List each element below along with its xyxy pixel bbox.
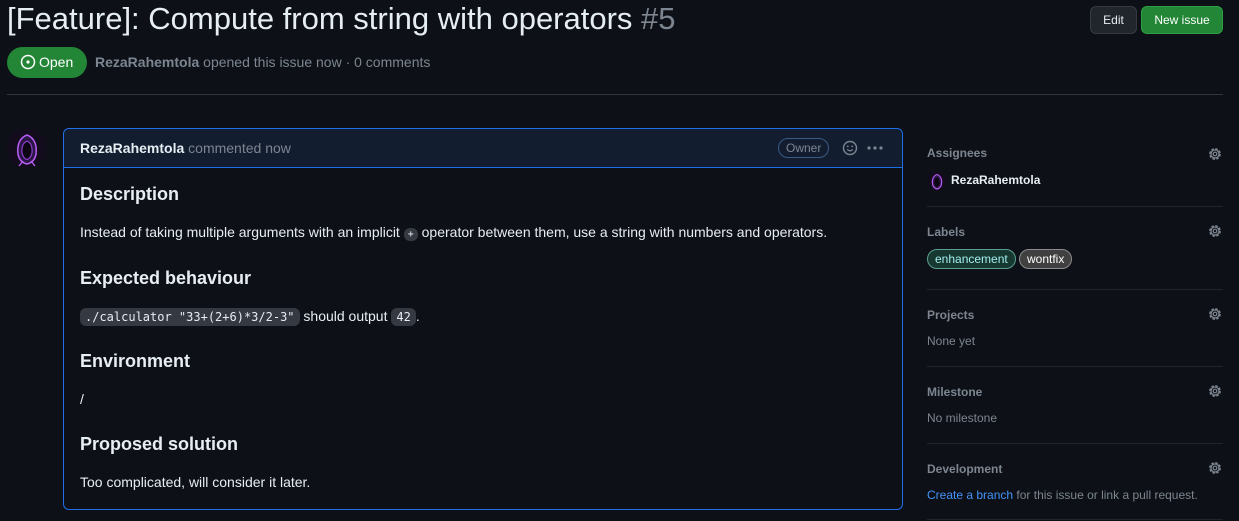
- issue-meta-text: opened this issue now · 0 comments: [203, 54, 431, 70]
- inline-code-plus: +: [403, 228, 418, 241]
- hooded-figure-avatar-icon: [927, 171, 947, 191]
- development-text: Create a branch for this issue or link a…: [927, 487, 1198, 503]
- expected-text: should output: [303, 308, 388, 324]
- owner-badge: Owner: [778, 138, 830, 158]
- issue-comment: RezaRahemtola commented now Owner Descri…: [63, 128, 903, 510]
- assignees-gear-icon[interactable]: [1207, 146, 1223, 162]
- expected-period: .: [415, 308, 420, 324]
- sidebar-separator: [927, 289, 1223, 290]
- paragraph-environment: /: [80, 391, 84, 407]
- development-rest-text: for this issue or link a pull request.: [1016, 488, 1198, 502]
- issue-state-label: Open: [39, 54, 74, 70]
- comment-timestamp[interactable]: commented now: [188, 140, 291, 156]
- issue-title-text: [Feature]: Compute from string with oper…: [7, 1, 633, 36]
- issue-meta: RezaRahemtola opened this issue now · 0 …: [95, 53, 430, 71]
- edit-button[interactable]: Edit: [1090, 6, 1137, 34]
- comment-options-kebab-icon[interactable]: [866, 140, 884, 156]
- add-reaction-smiley-icon[interactable]: [842, 140, 858, 156]
- issue-state-badge: Open: [7, 47, 87, 78]
- development-heading[interactable]: Development: [927, 461, 1002, 477]
- comment-author-link[interactable]: RezaRahemtola: [80, 140, 184, 156]
- paragraph-solution: Too complicated, will consider it later.: [80, 474, 311, 490]
- issue-title: [Feature]: Compute from string with oper…: [7, 0, 676, 38]
- inline-code-command: ./calculator "33+(2+6)*3/2-3": [80, 308, 300, 326]
- description-text-part-1: Instead of taking multiple arguments wit…: [80, 224, 400, 240]
- sidebar-separator: [927, 366, 1223, 367]
- milestone-gear-icon[interactable]: [1207, 383, 1223, 399]
- projects-value: None yet: [927, 334, 976, 348]
- label-enhancement[interactable]: enhancement: [927, 249, 1016, 269]
- heading-expected-behaviour: Expected behaviour: [80, 268, 252, 288]
- sidebar-separator: [927, 206, 1223, 207]
- hooded-figure-avatar-icon: [7, 128, 47, 168]
- header-divider: [7, 94, 1223, 95]
- assignees-heading[interactable]: Assignees: [927, 145, 987, 161]
- labels-heading[interactable]: Labels: [927, 224, 965, 240]
- paragraph-expected: ./calculator "33+(2+6)*3/2-3" should out…: [80, 306, 420, 327]
- avatar[interactable]: [7, 128, 47, 168]
- label-wontfix[interactable]: wontfix: [1019, 249, 1073, 269]
- development-gear-icon[interactable]: [1207, 460, 1223, 476]
- comment-byline: RezaRahemtola commented now: [80, 139, 291, 157]
- assignee-name[interactable]: RezaRahemtola: [951, 173, 1040, 187]
- paragraph-description: Instead of taking multiple arguments wit…: [80, 222, 827, 245]
- issue-author-link[interactable]: RezaRahemtola: [95, 54, 199, 70]
- projects-heading[interactable]: Projects: [927, 307, 974, 323]
- description-text-part-2: operator between them, use a string with…: [421, 224, 828, 240]
- issue-open-icon: [20, 54, 36, 70]
- issue-number: #5: [641, 1, 676, 36]
- milestone-value: No milestone: [927, 411, 998, 425]
- heading-proposed-solution: Proposed solution: [80, 434, 239, 454]
- milestone-heading[interactable]: Milestone: [927, 384, 982, 400]
- heading-environment: Environment: [80, 351, 191, 371]
- create-branch-link[interactable]: Create a branch: [927, 488, 1013, 502]
- labels-gear-icon[interactable]: [1207, 223, 1223, 239]
- sidebar-separator: [927, 519, 1223, 520]
- heading-description: Description: [80, 184, 180, 204]
- new-issue-button[interactable]: New issue: [1141, 6, 1223, 34]
- issue-page: [Feature]: Compute from string with oper…: [0, 0, 1239, 521]
- sidebar-separator: [927, 443, 1223, 444]
- projects-gear-icon[interactable]: [1207, 306, 1223, 322]
- assignee-avatar: [927, 171, 947, 191]
- inline-code-result: 42: [391, 308, 416, 326]
- comment-header: RezaRahemtola commented now Owner: [64, 129, 902, 168]
